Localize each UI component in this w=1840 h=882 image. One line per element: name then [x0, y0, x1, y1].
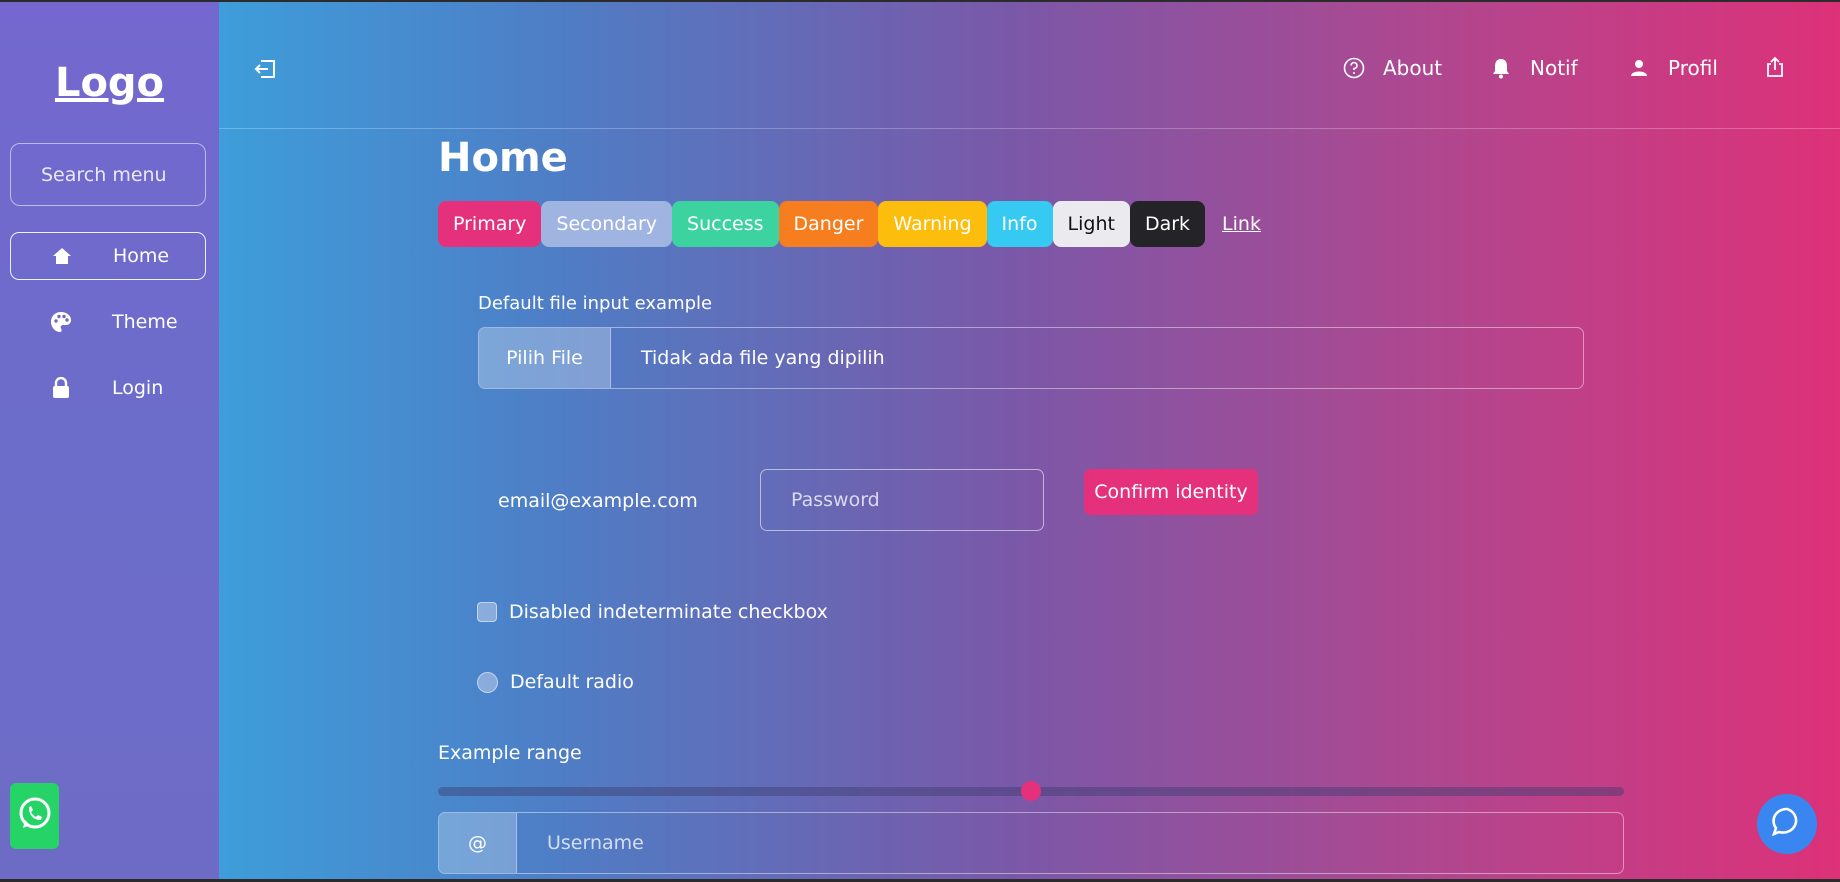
dark-button[interactable]: Dark — [1129, 201, 1206, 247]
username-input[interactable] — [517, 813, 1623, 873]
secondary-button[interactable]: Secondary — [541, 201, 673, 247]
info-button[interactable]: Info — [986, 201, 1053, 247]
link-button[interactable]: Link — [1207, 201, 1276, 247]
lock-icon — [50, 377, 72, 399]
top-header: About Notif Profil — [219, 2, 1840, 129]
about-label: About — [1383, 56, 1443, 80]
username-input-group: @ — [438, 812, 1624, 874]
confirm-identity-button[interactable]: Confirm identity — [1084, 469, 1258, 515]
profil-label: Profil — [1668, 56, 1718, 80]
whatsapp-button[interactable] — [10, 783, 59, 849]
radio-label: Default radio — [510, 671, 634, 693]
sidebar-item-login[interactable]: Login — [10, 364, 206, 412]
logo[interactable]: Logo — [0, 60, 219, 106]
indeterminate-checkbox-row: Disabled indeterminate checkbox — [477, 601, 828, 623]
file-status: Tidak ada file yang dipilih — [641, 347, 885, 369]
about-link[interactable]: About — [1343, 56, 1442, 80]
indeterminate-checkbox — [477, 602, 497, 622]
primary-button[interactable]: Primary — [438, 201, 542, 247]
at-addon: @ — [439, 813, 517, 873]
chat-button[interactable] — [1757, 794, 1817, 854]
whatsapp-icon — [15, 794, 55, 839]
share-icon[interactable] — [1765, 56, 1785, 78]
light-button[interactable]: Light — [1052, 201, 1130, 247]
notif-label: Notif — [1530, 56, 1578, 80]
sidebar-item-theme[interactable]: Theme — [10, 298, 206, 346]
danger-button[interactable]: Danger — [778, 201, 879, 247]
range-label: Example range — [438, 742, 582, 764]
default-radio-row[interactable]: Default radio — [477, 671, 634, 693]
chat-bubble-icon — [1770, 805, 1804, 844]
email-static-value: email@example.com — [498, 490, 698, 512]
sidebar-item-label: Login — [112, 377, 164, 399]
warning-button[interactable]: Warning — [878, 201, 987, 247]
sidebar-item-home[interactable]: Home — [10, 232, 206, 280]
question-circle-icon — [1343, 57, 1365, 79]
file-input[interactable]: Pilih File Tidak ada file yang dipilih — [478, 327, 1584, 389]
default-radio[interactable] — [477, 671, 498, 693]
password-input[interactable] — [760, 469, 1044, 531]
button-group: Primary Secondary Success Danger Warning… — [438, 201, 1276, 247]
sidebar-item-label: Theme — [112, 311, 178, 333]
choose-file-button[interactable]: Pilih File — [479, 328, 611, 388]
person-icon — [1628, 57, 1650, 79]
file-input-label: Default file input example — [478, 293, 713, 314]
sidebar-collapse-icon[interactable] — [253, 57, 277, 81]
home-icon — [51, 245, 73, 267]
range-thumb[interactable] — [1021, 781, 1041, 801]
app-frame: Logo Home Theme Login — [0, 2, 1840, 879]
search-menu-input[interactable] — [10, 143, 206, 206]
checkbox-label: Disabled indeterminate checkbox — [509, 601, 828, 623]
profil-link[interactable]: Profil — [1628, 56, 1718, 80]
success-button[interactable]: Success — [672, 201, 779, 247]
page-title: Home — [438, 135, 568, 181]
sidebar-item-label: Home — [113, 245, 170, 267]
notif-link[interactable]: Notif — [1490, 56, 1578, 80]
sidebar: Logo Home Theme Login — [0, 2, 219, 879]
palette-icon — [50, 311, 72, 333]
bell-icon — [1490, 57, 1512, 79]
